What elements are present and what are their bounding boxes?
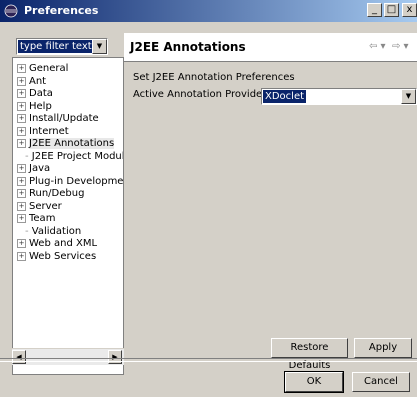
tree-item[interactable]: + Team — [17, 212, 55, 225]
tree-item-label: Plug-in Developmen — [29, 175, 124, 187]
tree-item-label: Team — [29, 213, 56, 224]
horizontal-scrollbar[interactable]: ◀ ▶ — [12, 348, 124, 365]
eclipse-icon — [4, 4, 18, 18]
expand-icon[interactable]: + — [17, 239, 26, 248]
tree-item[interactable]: + Java — [17, 162, 50, 175]
tree-item[interactable]: + Server — [17, 200, 62, 213]
expand-icon[interactable]: + — [17, 164, 26, 173]
chevron-down-icon: ▼ — [96, 42, 103, 50]
tree-item[interactable]: + Web and XML — [17, 237, 97, 250]
expand-icon[interactable]: + — [17, 76, 26, 86]
maximize-button[interactable]: □ — [384, 3, 399, 17]
tree-item[interactable]: + General — [17, 62, 68, 75]
provider-select[interactable]: XDoclet ▼ — [261, 88, 417, 105]
tree-item-label: Install/Update — [29, 113, 99, 124]
expand-icon[interactable]: + — [17, 126, 26, 136]
filter-dropdown-button[interactable]: ▼ — [92, 39, 107, 54]
title-bar[interactable]: Preferences _ □ x — [0, 0, 417, 22]
tree-item-label: Validation — [31, 225, 82, 237]
expand-icon[interactable]: + — [17, 201, 26, 211]
expand-icon[interactable]: + — [17, 64, 26, 73]
expand-icon[interactable]: + — [17, 189, 26, 198]
tree-item-label: General — [29, 63, 69, 74]
tree-item[interactable]: + Install/Update — [17, 112, 99, 125]
tree-item-label: Help — [29, 100, 52, 112]
tree-item[interactable]: + Data — [17, 87, 53, 100]
close-button[interactable]: x — [402, 3, 417, 17]
expand-icon[interactable]: + — [17, 176, 26, 186]
tree-item-label: Web and XML — [29, 238, 98, 249]
provider-dropdown-button[interactable]: ▼ — [401, 89, 416, 104]
tree-item[interactable]: + Run/Debug — [17, 187, 84, 200]
divider — [0, 358, 417, 362]
tree-item-label: Ant — [29, 75, 47, 87]
chevron-down-icon: ▼ — [405, 92, 412, 100]
expand-icon[interactable]: + — [17, 139, 26, 148]
tree-item-label: J2EE Project Module — [31, 150, 124, 162]
back-icon[interactable]: ⇦ ▾ — [369, 41, 386, 52]
tree-item-label: Server — [29, 200, 62, 212]
forward-icon[interactable]: ⇨ ▾ — [392, 41, 409, 52]
minimize-button[interactable]: _ — [367, 3, 382, 17]
window-title: Preferences — [24, 4, 99, 17]
tree-item[interactable]: + J2EE Annotations — [17, 137, 115, 150]
provider-value[interactable]: XDoclet — [263, 90, 307, 103]
tree-item[interactable]: + Web Services — [17, 250, 96, 263]
expand-icon[interactable]: + — [17, 114, 26, 123]
page-header: J2EE Annotations ⇦ ▾ ⇨ ▾ — [124, 33, 417, 62]
tree-item-label: Web Services — [29, 250, 97, 262]
apply-button[interactable]: Apply — [354, 338, 412, 358]
page-description: Set J2EE Annotation Preferences — [133, 72, 295, 83]
tree-connector: - — [25, 150, 32, 162]
tree-item[interactable]: - Validation — [25, 225, 81, 238]
tree-item-label: J2EE Annotations — [29, 138, 115, 149]
provider-label: Active Annotation Provider: — [133, 89, 270, 100]
expand-icon[interactable]: + — [17, 251, 26, 261]
tree-item[interactable]: + Ant — [17, 75, 46, 88]
cancel-button[interactable]: Cancel — [352, 372, 410, 392]
expand-icon[interactable]: + — [17, 89, 26, 98]
tree-item[interactable]: - J2EE Project Module — [25, 150, 124, 163]
preferences-navigation: type filter text ▼ + General + Ant + Data + Hel… — [12, 33, 124, 375]
tree-item[interactable]: + Internet — [17, 125, 69, 138]
preferences-window: Preferences _ □ x type filter text ▼ + Ge… — [0, 0, 417, 397]
preference-page: J2EE Annotations ⇦ ▾ ⇨ ▾ Set J2EE Annota… — [124, 33, 417, 371]
ok-button[interactable]: OK — [284, 371, 344, 393]
expand-icon[interactable]: + — [17, 101, 26, 111]
restore-defaults-button[interactable]: Restore Defaults — [271, 338, 348, 371]
tree-item[interactable]: + Help — [17, 100, 52, 113]
filter-text[interactable]: type filter text — [18, 40, 94, 53]
tree-item-label: Run/Debug — [29, 188, 85, 199]
tree-item-label: Java — [29, 163, 51, 174]
tree-item-label: Data — [29, 88, 53, 99]
page-title: J2EE Annotations — [130, 40, 246, 54]
tree-item-label: Internet — [29, 125, 69, 137]
filter-input[interactable]: type filter text ▼ — [16, 38, 108, 55]
tree-connector: - — [25, 225, 32, 237]
expand-icon[interactable]: + — [17, 214, 26, 223]
preference-tree[interactable]: + General + Ant + Data + Help + Install/Update + In… — [12, 57, 124, 375]
tree-item[interactable]: + Plug-in Developmen — [17, 175, 124, 188]
